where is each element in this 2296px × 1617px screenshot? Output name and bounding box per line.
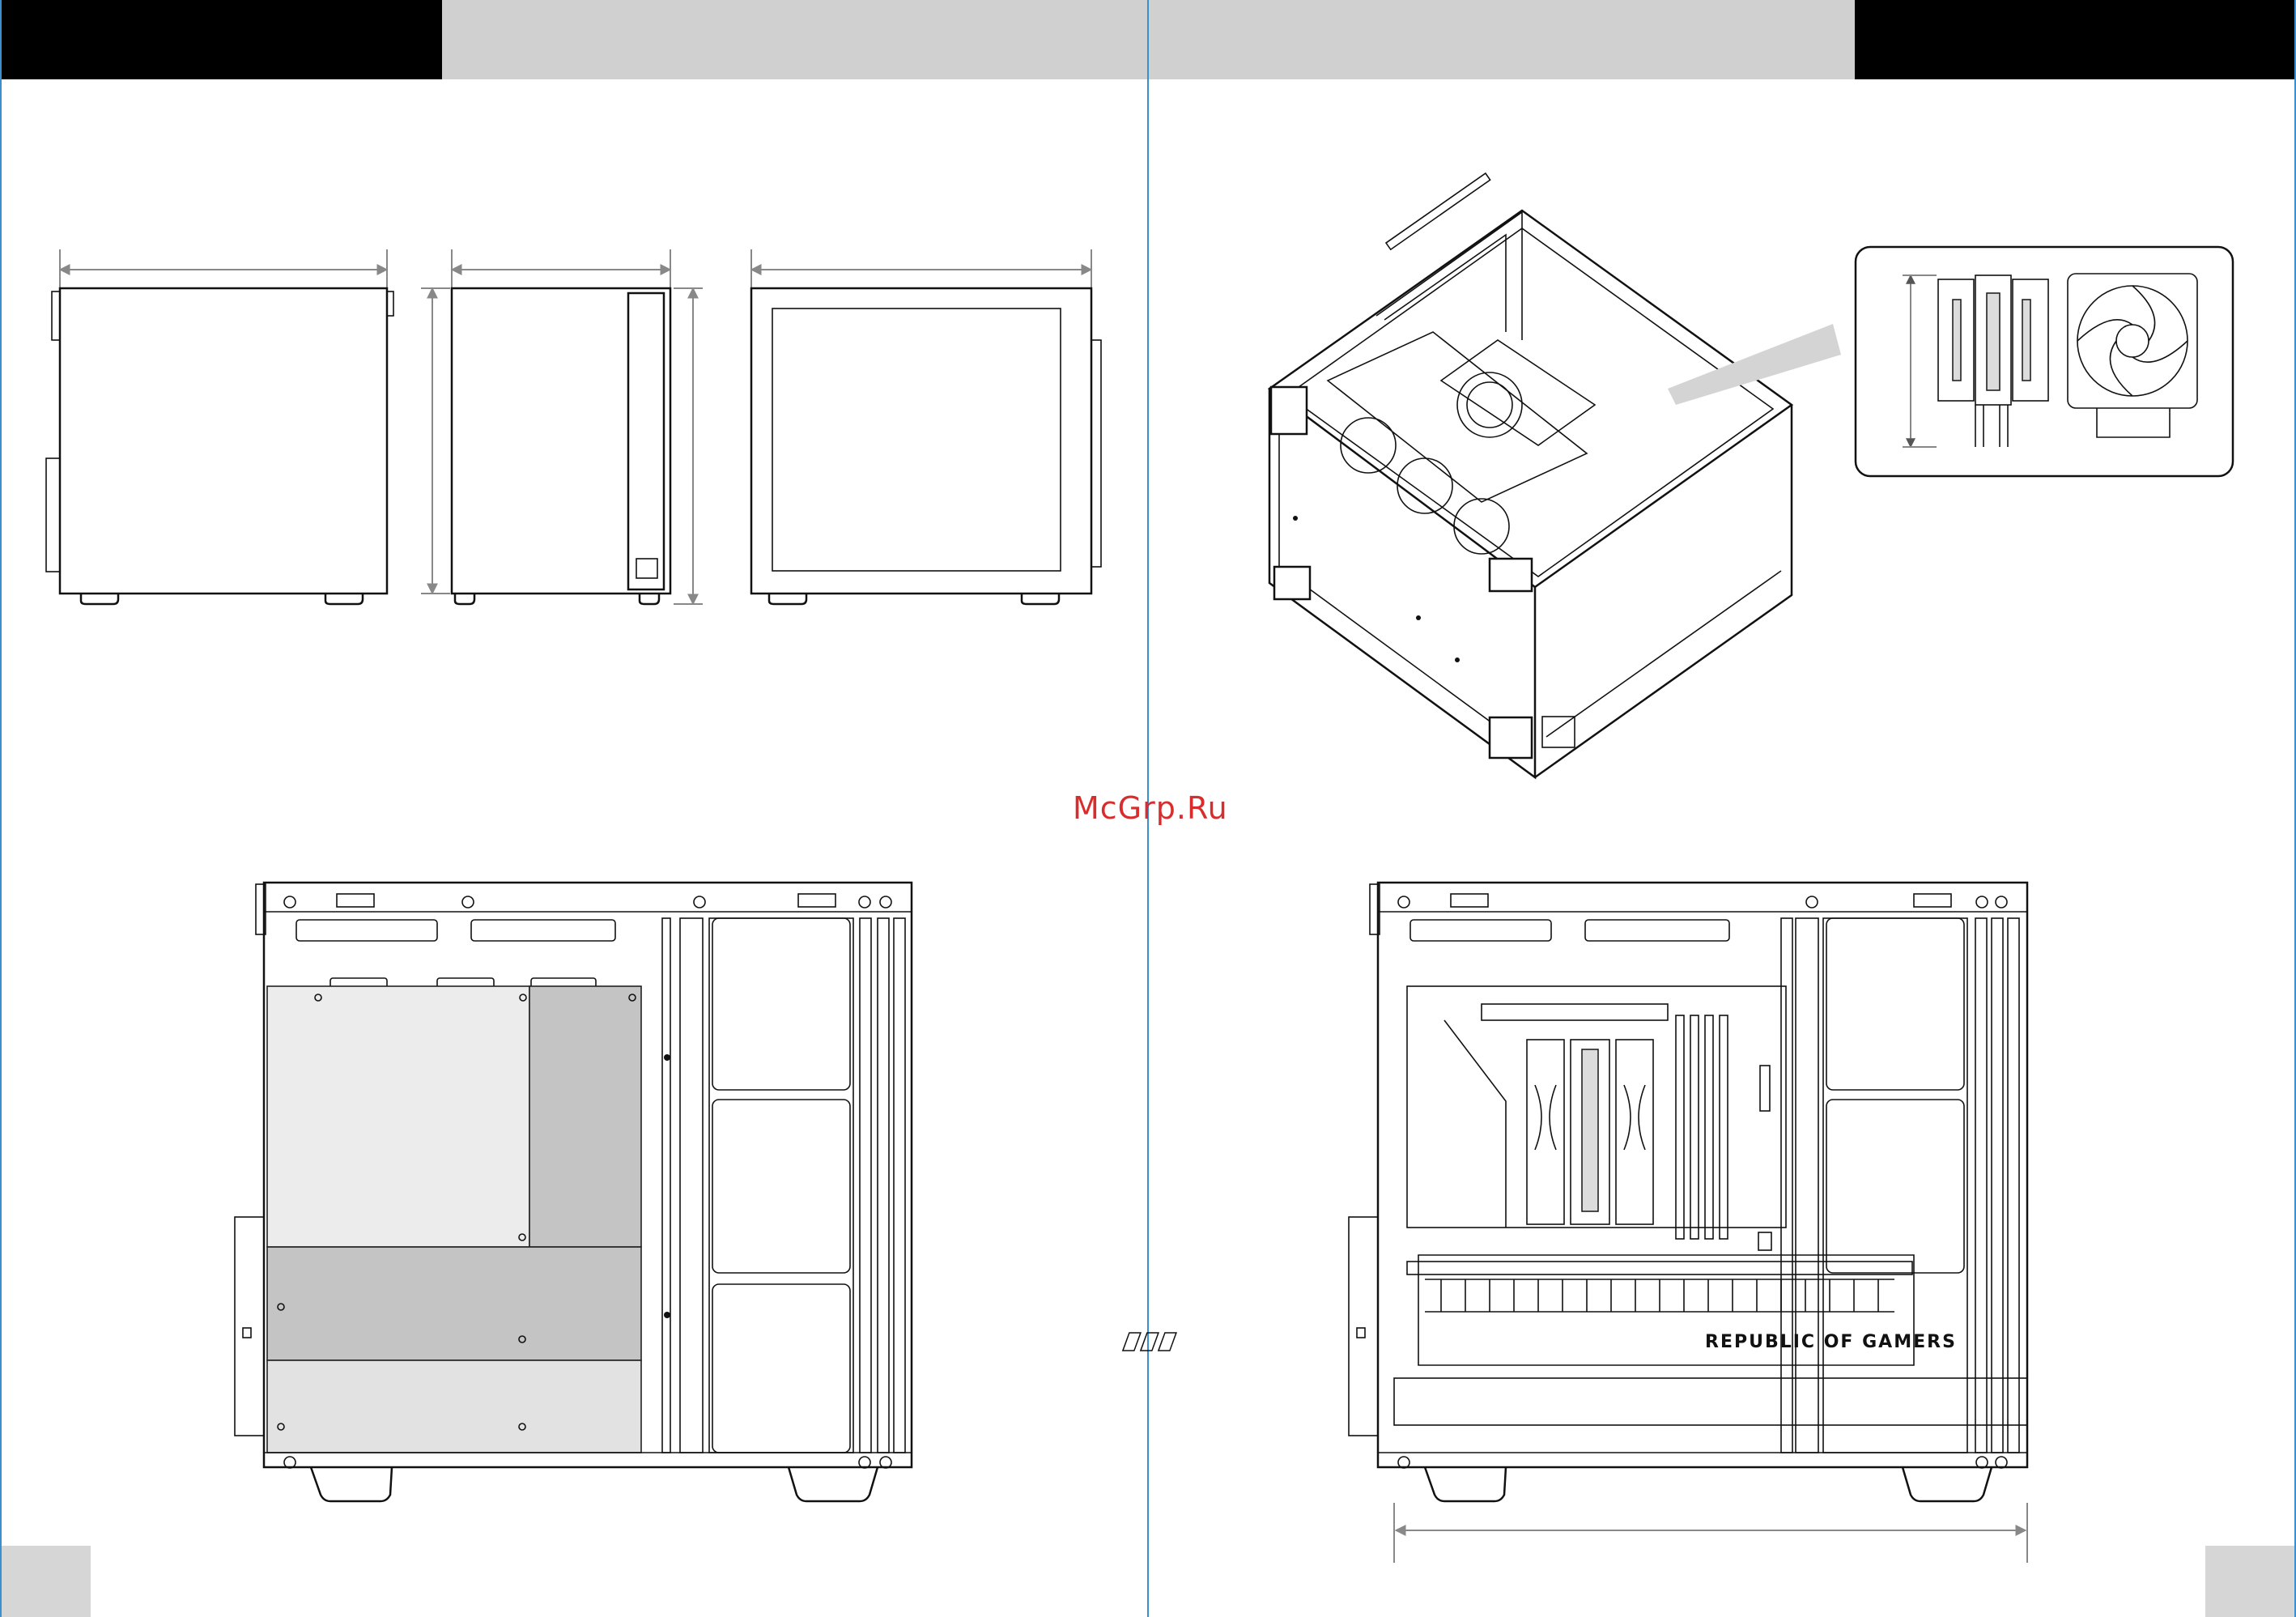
case-side-psu-area-view xyxy=(234,881,913,1503)
case-front-view xyxy=(421,249,703,606)
gpu-brand-text: REPUBLIC OF GAMERS xyxy=(1705,1332,1957,1352)
isometric-case-view xyxy=(1267,172,1841,780)
case-glass-side-view xyxy=(750,249,1102,606)
case-side-gpu-installed-view: REPUBLIC OF GAMERS xyxy=(1121,881,2029,1563)
manual-spread: REPUBLIC OF GAMERS McGrp.Ru xyxy=(0,0,2296,1617)
case-side-view xyxy=(45,249,394,606)
watermark-text: McGrp.Ru xyxy=(1073,790,1228,826)
cpu-cooler-callout xyxy=(1854,245,2234,478)
